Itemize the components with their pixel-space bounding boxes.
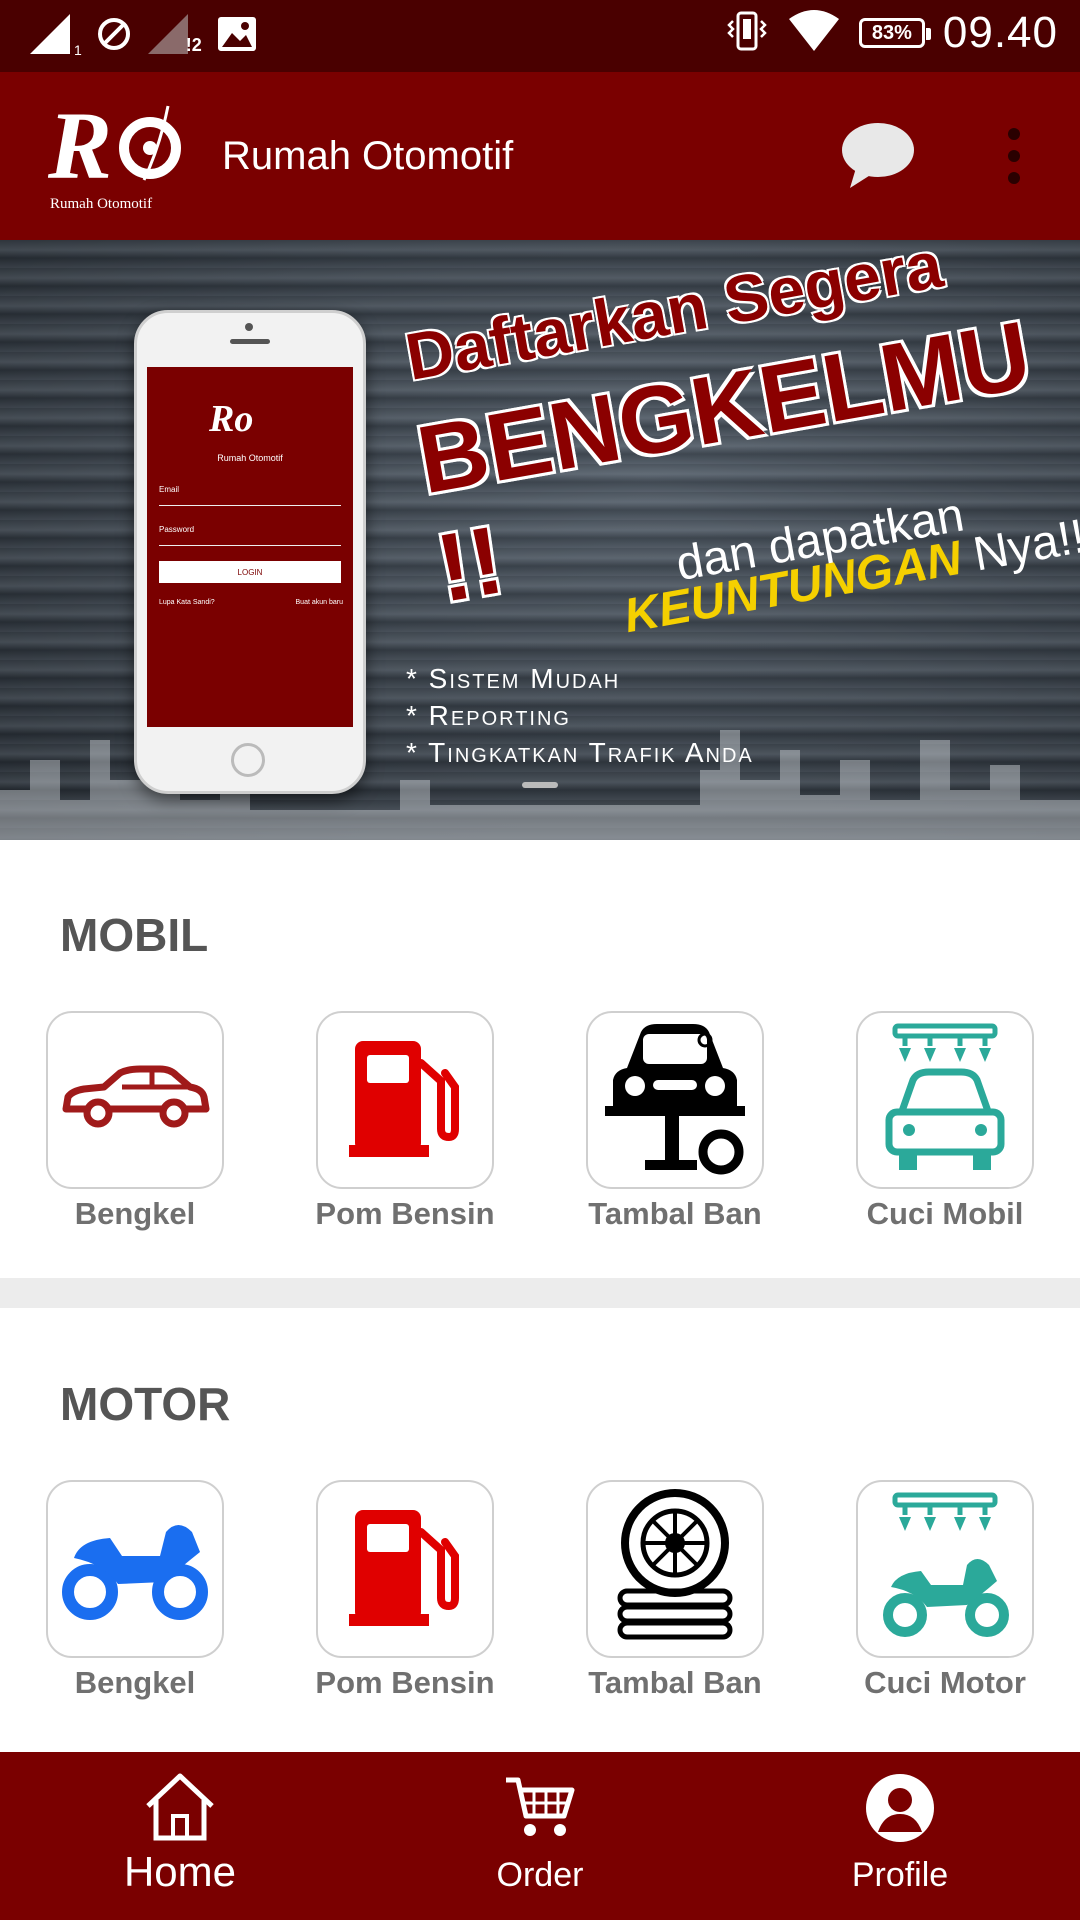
nav-order[interactable]: Order xyxy=(360,1752,720,1920)
promo-banner[interactable]: Ro Rumah Otomotif Email Password LOGIN L… xyxy=(0,240,1080,840)
mobil-bengkel-label: Bengkel xyxy=(74,1196,196,1231)
phone-screen: Ro Rumah Otomotif Email Password LOGIN L… xyxy=(147,367,353,727)
phone-password-label: Password xyxy=(159,525,195,534)
nav-home[interactable]: Home xyxy=(0,1752,360,1920)
mobil-cuci-mobil-button[interactable] xyxy=(856,1011,1034,1189)
carousel-indicator[interactable] xyxy=(522,782,558,788)
mobil-tambal-ban-button[interactable] xyxy=(586,1011,764,1189)
motorcycle-icon xyxy=(60,1512,210,1627)
phone-screen-brand: Rumah Otomotif xyxy=(217,453,283,463)
sim2-badge: !2 xyxy=(185,35,202,55)
overflow-menu-icon[interactable] xyxy=(1000,126,1028,186)
car-wash-icon xyxy=(875,1018,1015,1183)
app-title: Rumah Otomotif xyxy=(222,134,514,178)
motor-tambal-ban-button[interactable] xyxy=(586,1480,764,1658)
mobil-pom-bensin-label: Pom Bensin xyxy=(315,1196,495,1231)
svg-text:R: R xyxy=(48,96,112,199)
profile-icon xyxy=(864,1772,936,1842)
sim1-badge: 1 xyxy=(74,41,82,58)
section-title-mobil: MOBIL xyxy=(60,909,209,961)
phone-mockup: Ro Rumah Otomotif Email Password LOGIN L… xyxy=(134,310,366,794)
motor-bengkel-label: Bengkel xyxy=(74,1665,196,1700)
mobil-bengkel-button[interactable] xyxy=(46,1011,224,1189)
app-bar: R Rumah Otomotif Rumah Otomotif xyxy=(0,72,1080,240)
motor-pom-bensin-button[interactable] xyxy=(316,1480,494,1658)
banner-bullet: * Reporting xyxy=(406,700,571,731)
battery-indicator: 83% xyxy=(858,18,931,48)
fuel-pump-icon xyxy=(345,1033,465,1168)
status-bar: 1 !2 83% 09.40 xyxy=(0,0,1080,72)
mobil-tambal-ban-label: Tambal Ban xyxy=(588,1196,762,1231)
mobil-cuci-mobil-label: Cuci Mobil xyxy=(866,1196,1024,1231)
motor-wash-icon xyxy=(875,1487,1015,1652)
do-not-disturb-icon xyxy=(96,16,132,57)
motor-cuci-motor-label: Cuci Motor xyxy=(864,1665,1026,1700)
motor-cuci-motor-button[interactable] xyxy=(856,1480,1034,1658)
clock: 09.40 xyxy=(942,8,1058,57)
wifi-icon xyxy=(787,9,841,58)
app-logo: R Rumah Otomotif xyxy=(47,92,196,214)
nav-home-label: Home xyxy=(123,1848,237,1895)
image-notification-icon xyxy=(216,15,258,58)
car-lift-icon xyxy=(595,1018,755,1183)
tire-icon xyxy=(610,1487,740,1652)
cart-icon xyxy=(504,1772,576,1842)
phone-register-link: Buat akun baru xyxy=(295,599,343,606)
motor-tambal-ban-label: Tambal Ban xyxy=(588,1665,762,1700)
svg-text:Rumah Otomotif: Rumah Otomotif xyxy=(50,196,152,212)
vibrate-icon xyxy=(725,9,769,58)
motor-bengkel-button[interactable] xyxy=(46,1480,224,1658)
phone-email-label: Email xyxy=(159,485,180,494)
banner-bullet: * Sistem Mudah xyxy=(406,663,621,694)
home-icon xyxy=(144,1772,216,1842)
nav-profile-label: Profile xyxy=(851,1856,949,1894)
signal-sim1-icon xyxy=(28,12,76,61)
bottom-navigation: Home Order Profile xyxy=(0,1752,1080,1920)
motor-pom-bensin-label: Pom Bensin xyxy=(315,1665,495,1700)
section-title-motor: MOTOR xyxy=(60,1378,231,1430)
chat-icon[interactable] xyxy=(838,116,918,196)
banner-bullets: * Sistem Mudah * Reporting * Tingkatkan … xyxy=(406,660,754,771)
nav-order-label: Order xyxy=(496,1856,584,1894)
section-divider xyxy=(0,1278,1080,1308)
phone-screen-logo: Ro xyxy=(209,398,254,440)
nav-profile[interactable]: Profile xyxy=(720,1752,1080,1920)
phone-login-button: LOGIN xyxy=(159,561,341,583)
car-icon xyxy=(60,1063,210,1138)
banner-bullet: * Tingkatkan Trafik Anda xyxy=(406,737,754,768)
mobil-pom-bensin-button[interactable] xyxy=(316,1011,494,1189)
phone-forgot-link: Lupa Kata Sandi? xyxy=(159,599,215,606)
fuel-pump-icon xyxy=(345,1502,465,1637)
